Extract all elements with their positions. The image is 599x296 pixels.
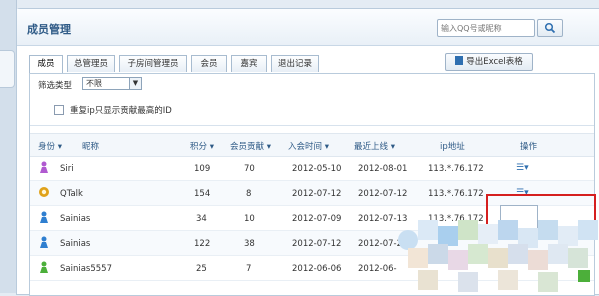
col-last-online-header[interactable]: 最近上线 ▾ [354,140,395,152]
ip-address: 113.*.76.172 [428,189,484,199]
table-row[interactable]: Siri 109 70 2012-05-10 2012-08-01 113.*.… [30,156,594,181]
search-icon [544,22,556,34]
points: 34 [196,214,207,224]
gold-admin-icon [39,187,49,197]
contribution: 70 [244,164,255,174]
last-online: 2012-06- [358,264,397,274]
join-date: 2012-06-06 [292,264,342,274]
col-points-header[interactable]: 积分 ▾ [190,140,214,152]
left-sidebar [0,0,17,293]
tab-vip[interactable]: 会员 [191,55,227,72]
table-header: 身份 ▾ 昵称 积分 ▾ 会员贡献 ▾ 入会时间 ▾ 最近上线 ▾ ip地址 操… [30,133,594,157]
sidebar-toggle[interactable] [0,50,15,88]
filter-value: 不限 [86,79,102,88]
join-date: 2012-07-12 [292,239,342,249]
col-actions-header: 操作 [520,142,538,152]
blue-member-icon [40,211,48,223]
points: 109 [194,164,211,174]
tab-super-admins[interactable]: 总管理员 [67,55,115,72]
contribution: 10 [244,214,255,224]
blurred-region [398,220,599,293]
col-joined-header[interactable]: 入会时间 ▾ [288,140,329,152]
search-button[interactable] [537,19,563,37]
col-nickname-header: 昵称 [82,142,100,152]
purple-member-icon [40,161,48,173]
join-date: 2012-05-10 [292,164,342,174]
row-actions-button[interactable]: ☰▾ [516,163,534,173]
search-input[interactable] [437,19,535,37]
col-ip-header: ip地址 [440,142,465,152]
dedupe-ip-row: 重复ip只显示贡献最高的ID [30,99,594,119]
ip-address: 113.*.76.172 [428,164,484,174]
points: 154 [194,189,211,199]
points: 25 [196,264,207,274]
col-identity-header[interactable]: 身份 ▾ [38,140,62,152]
panel-title: 成员管理 [27,23,71,36]
nickname[interactable]: Siri [60,164,74,174]
divider [30,125,594,126]
filter-bar: 筛选类型 不限 ▼ [30,74,594,92]
export-excel-button[interactable]: 导出Excel表格 [445,53,533,71]
contribution: 8 [246,189,252,199]
chevron-down-icon: ▼ [129,78,141,89]
join-date: 2012-07-12 [292,189,342,199]
filter-label: 筛选类型 [38,81,73,91]
dedupe-ip-checkbox[interactable] [54,105,64,115]
export-label: 导出Excel表格 [466,57,523,67]
nickname[interactable]: Sainias [60,239,90,249]
col-contrib-header[interactable]: 会员贡献 ▾ [230,140,271,152]
filter-type-select[interactable]: 不限 ▼ [82,77,142,90]
nickname[interactable]: Sainias5557 [60,264,112,274]
last-online: 2012-07-12 [358,189,408,199]
last-online: 2012-08-01 [358,164,408,174]
green-member-icon [40,261,48,273]
blue-member-icon [40,236,48,248]
points: 122 [194,239,211,249]
join-date: 2012-07-09 [292,214,342,224]
contribution: 7 [246,264,252,274]
export-icon [455,56,464,65]
tab-guests[interactable]: 嘉宾 [231,55,267,72]
dedupe-ip-label: 重复ip只显示贡献最高的ID [70,106,172,116]
nickname[interactable]: QTalk [60,189,83,199]
contribution: 38 [244,239,255,249]
nickname[interactable]: Sainias [60,214,90,224]
panel-header: 成员管理 [17,9,599,46]
tab-members[interactable]: 成员 [29,55,63,74]
tab-exit-records[interactable]: 退出记录 [271,55,319,72]
tab-room-admins[interactable]: 子房间管理员 [119,55,187,72]
